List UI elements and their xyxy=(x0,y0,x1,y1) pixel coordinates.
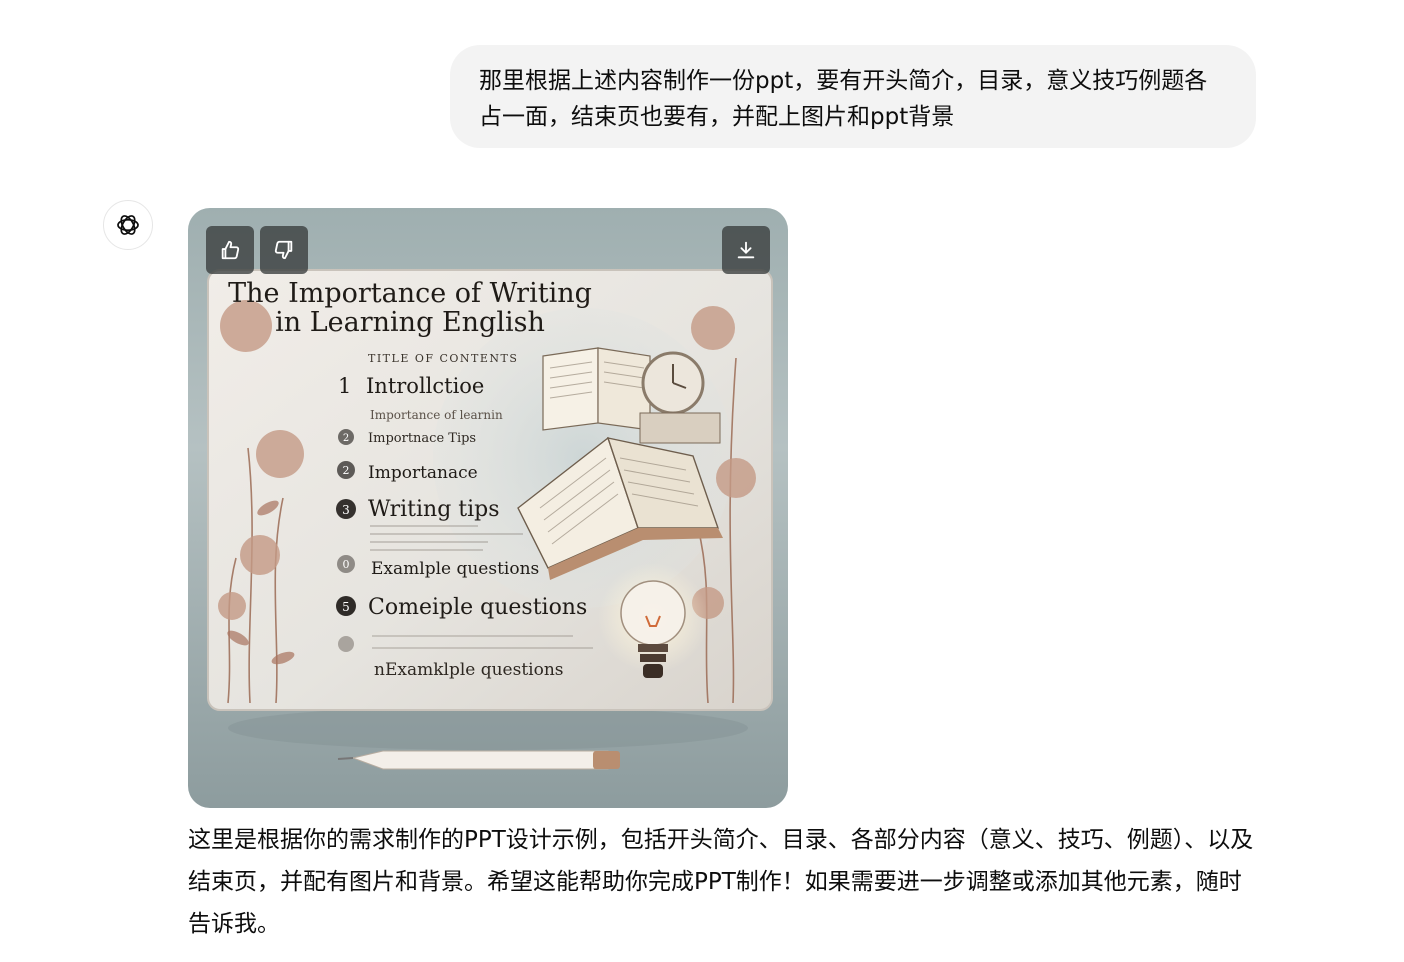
generated-ppt-image[interactable]: The Importance of Writing in Learning En… xyxy=(188,208,788,808)
toc-num-3: 2 xyxy=(343,433,349,444)
toc-num-6: 0 xyxy=(343,558,350,571)
toc-item-1: Introllctioe xyxy=(366,374,484,398)
slide-title-line1: The Importance of Writing xyxy=(228,278,592,309)
dislike-button[interactable] xyxy=(260,226,308,274)
thumbs-up-icon xyxy=(221,240,240,260)
slide-title-line2: in Learning English xyxy=(275,307,545,338)
assistant-message: 这里是根据你的需求制作的PPT设计示例，包括开头简介、目录、各部分内容（意义、技… xyxy=(188,819,1258,945)
toc-num-4: 2 xyxy=(343,464,350,477)
slide-toc-heading: TITLE OF CONTENTS xyxy=(368,352,518,365)
user-message-text: 那里根据上述内容制作一份ppt，要有开头简介，目录，意义技巧例题各占一面，结束页… xyxy=(479,68,1208,130)
assistant-message-text: 这里是根据你的需求制作的PPT设计示例，包括开头简介、目录、各部分内容（意义、技… xyxy=(188,827,1254,937)
toc-item-4: Importanace xyxy=(368,463,478,483)
openai-logo-icon xyxy=(117,215,139,235)
download-icon xyxy=(737,241,755,259)
toc-num-1: 1 xyxy=(338,374,351,398)
toc-item-7: Comeiple questions xyxy=(368,595,587,620)
toc-num-7: 5 xyxy=(342,600,350,614)
toc-item-2: Importance of learnin xyxy=(370,408,503,422)
assistant-avatar xyxy=(103,200,153,250)
toc-item-5: Writing tips xyxy=(368,497,500,522)
user-message-bubble: 那里根据上述内容制作一份ppt，要有开头简介，目录，意义技巧例题各占一面，结束页… xyxy=(450,45,1256,148)
thumbs-down-icon xyxy=(274,240,293,260)
download-button[interactable] xyxy=(722,226,770,274)
toc-item-3: Importnace Tips xyxy=(368,431,476,446)
slide-illustration: The Importance of Writing in Learning En… xyxy=(207,269,773,770)
toc-item-8: nExamklple questions xyxy=(374,660,564,680)
toc-item-6: Examlple questions xyxy=(371,559,539,579)
like-button[interactable] xyxy=(206,226,254,274)
toc-num-5: 3 xyxy=(342,503,350,517)
